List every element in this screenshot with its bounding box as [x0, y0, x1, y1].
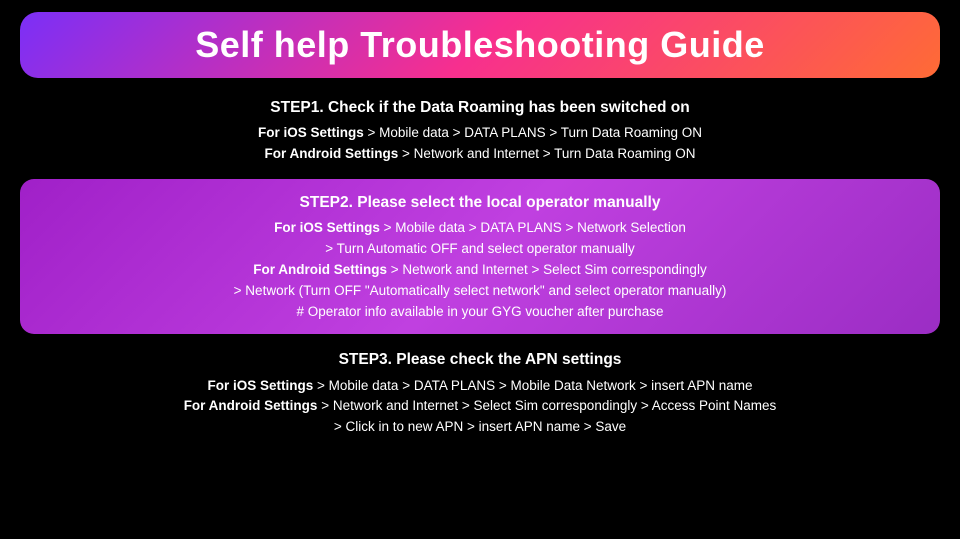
step-line-2-0: For iOS Settings > Mobile data > DATA PL… [40, 218, 920, 239]
step-line-3-1: For Android Settings > Network and Inter… [20, 396, 940, 417]
step-line-1-1: For Android Settings > Network and Inter… [20, 144, 940, 165]
step-line-1-0: For iOS Settings > Mobile data > DATA PL… [20, 123, 940, 144]
page-title: Self help Troubleshooting Guide [44, 24, 916, 66]
step-line-2-3: > Network (Turn OFF "Automatically selec… [40, 281, 920, 302]
step-block-1: STEP1. Check if the Data Roaming has bee… [20, 96, 940, 165]
content-area: STEP1. Check if the Data Roaming has bee… [20, 96, 940, 438]
step-block-2: STEP2. Please select the local operator … [20, 179, 940, 335]
step-title-3: STEP3. Please check the APN settings [20, 348, 940, 372]
step-line-2-2: For Android Settings > Network and Inter… [40, 260, 920, 281]
step-line-2-1: > Turn Automatic OFF and select operator… [40, 239, 920, 260]
step-block-3: STEP3. Please check the APN settings For … [20, 348, 940, 438]
step-title-2: STEP2. Please select the local operator … [40, 191, 920, 215]
step-line-2-4: # Operator info available in your GYG vo… [40, 302, 920, 323]
step-line-3-0: For iOS Settings > Mobile data > DATA PL… [20, 376, 940, 397]
title-banner: Self help Troubleshooting Guide [20, 12, 940, 78]
step-line-3-2: > Click in to new APN > insert APN name … [20, 417, 940, 438]
step-title-1: STEP1. Check if the Data Roaming has bee… [20, 96, 940, 120]
